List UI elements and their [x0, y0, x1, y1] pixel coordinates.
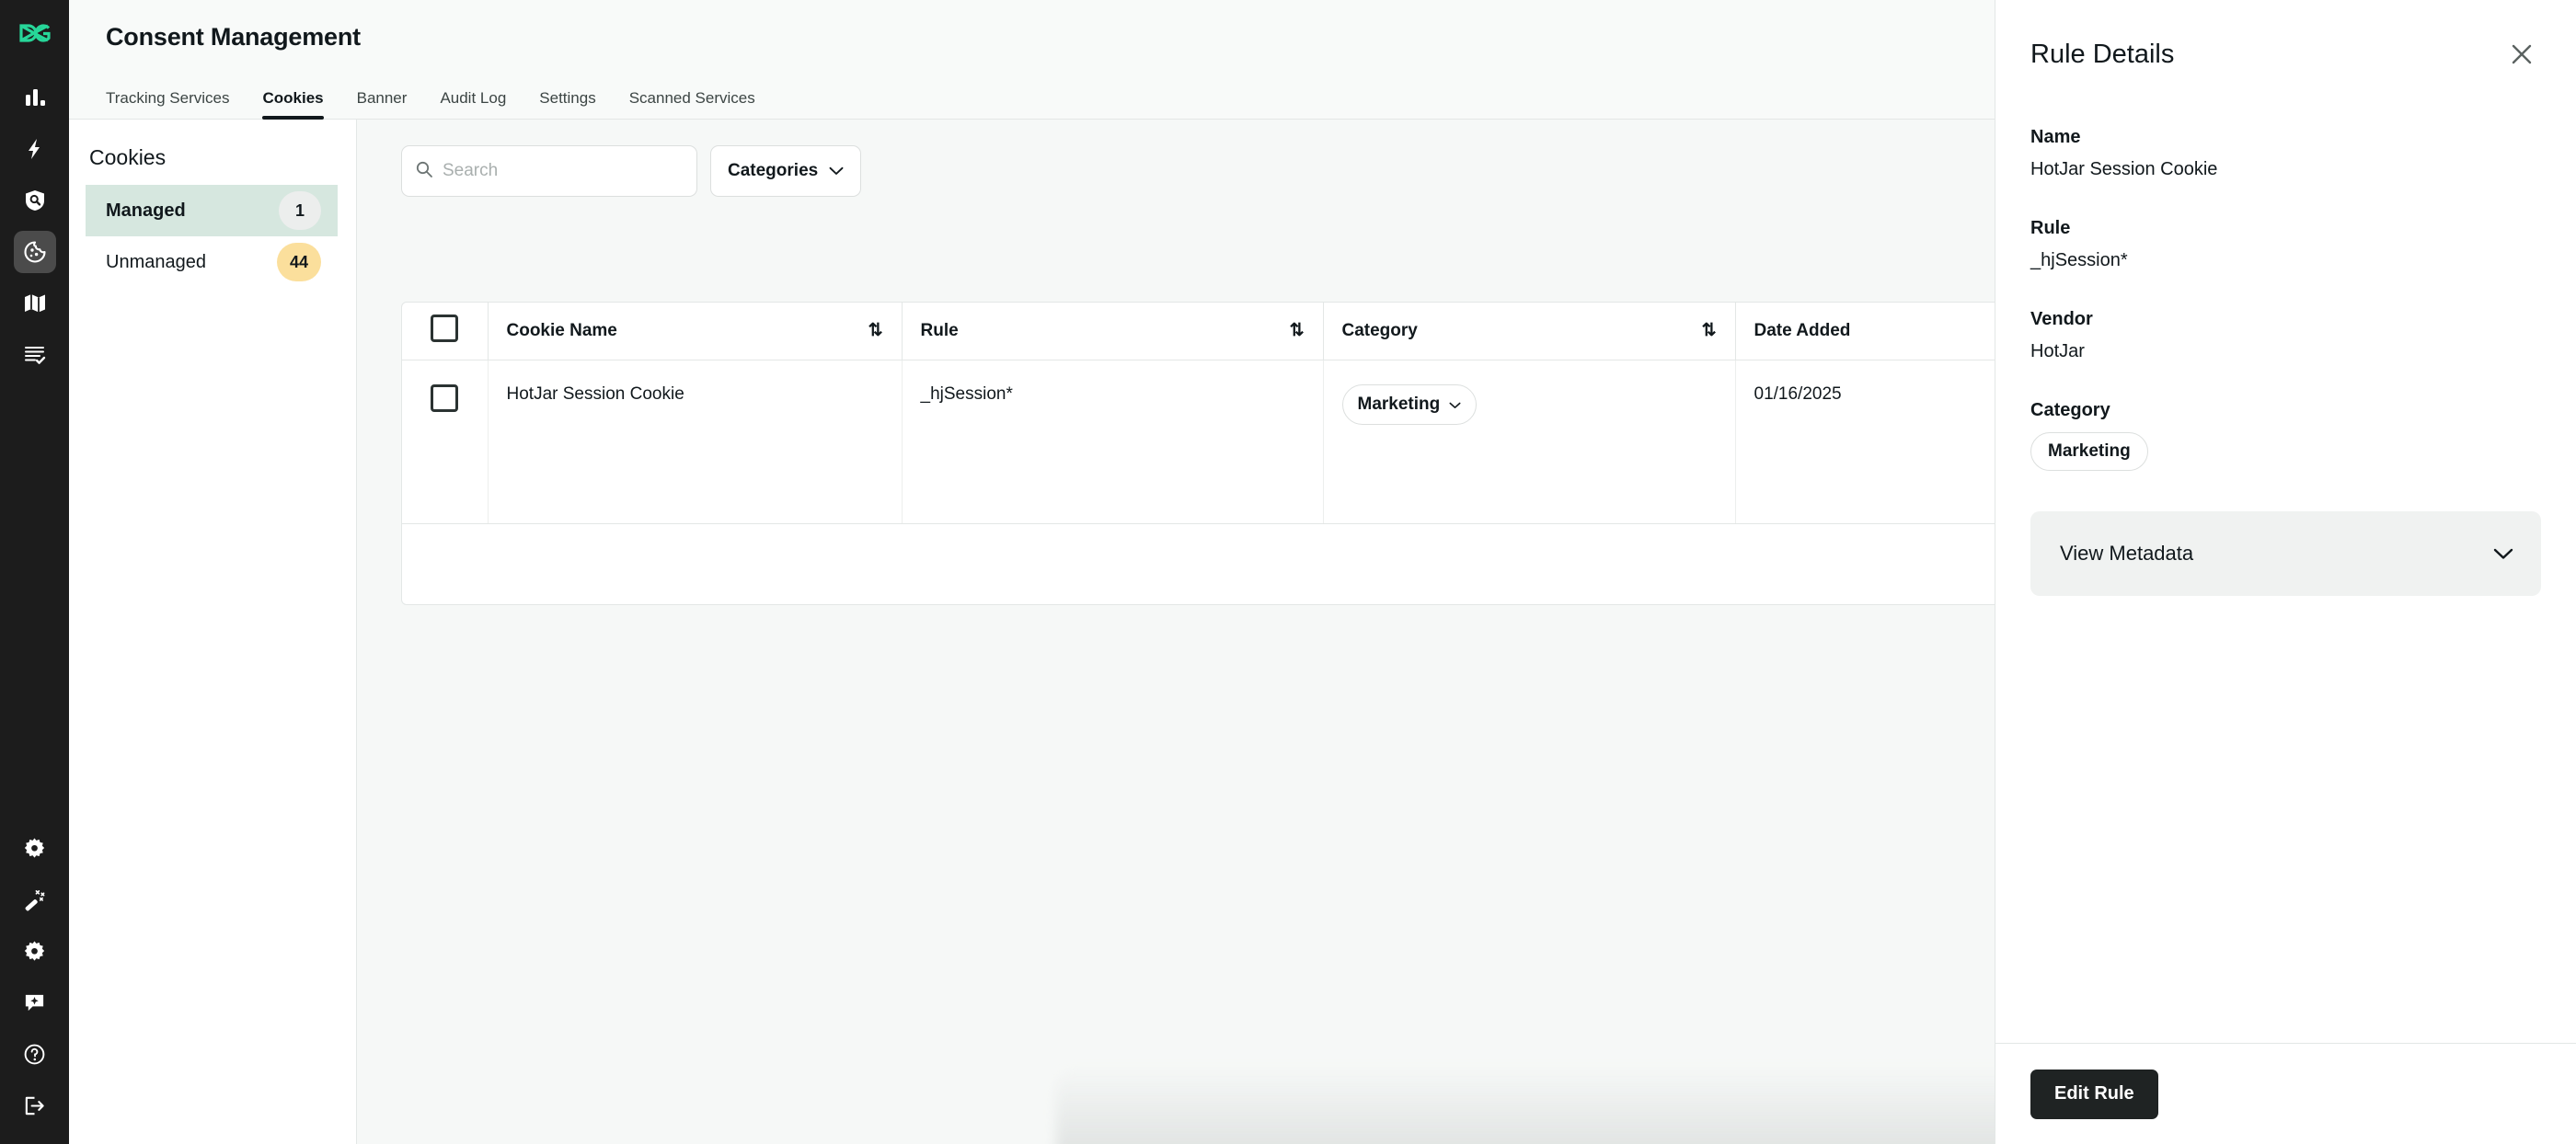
- cell-cookie-name: HotJar Session Cookie: [488, 360, 903, 523]
- shield-search-icon: [14, 179, 56, 222]
- column-label-cookie-name: Cookie Name: [506, 320, 617, 340]
- category-select-label: Marketing: [1357, 394, 1441, 414]
- tab-tracking-services[interactable]: Tracking Services: [106, 89, 229, 119]
- subnav-item-managed-count: 1: [279, 191, 321, 230]
- rail-item-analytics[interactable]: [0, 72, 69, 123]
- rule-details-footer: Edit Rule: [1995, 1043, 2576, 1144]
- lightning-bolt-icon: [14, 128, 56, 170]
- field-name-value: HotJar Session Cookie: [2030, 159, 2218, 179]
- tab-settings[interactable]: Settings: [539, 89, 595, 119]
- field-category: Category Marketing: [2030, 400, 2541, 471]
- gear-icon: [14, 930, 56, 972]
- sort-toggle-icon[interactable]: ⇅: [868, 322, 883, 339]
- search-box[interactable]: [401, 145, 697, 197]
- chat-sparkle-icon: [14, 981, 56, 1024]
- rail-item-assistant[interactable]: [0, 874, 69, 925]
- subnav-item-unmanaged-label: Unmanaged: [106, 251, 206, 272]
- left-icon-rail: [0, 0, 69, 1144]
- field-rule-value: _hjSession*: [2030, 250, 2128, 270]
- chevron-down-icon: [2493, 542, 2513, 566]
- close-icon[interactable]: [2506, 39, 2537, 70]
- tab-audit-log[interactable]: Audit Log: [440, 89, 506, 119]
- rule-details-header: Rule Details: [1995, 0, 2576, 109]
- rail-item-consent-management[interactable]: [0, 226, 69, 278]
- main-region: Consent Management Tracking Services Coo…: [69, 0, 2576, 1144]
- categories-filter-button[interactable]: Categories: [710, 145, 862, 197]
- app-logo[interactable]: [0, 24, 69, 42]
- subnav-item-managed[interactable]: Managed 1: [86, 185, 338, 236]
- rail-item-feedback[interactable]: [0, 977, 69, 1028]
- question-circle-icon: [14, 1033, 56, 1075]
- column-header-rule[interactable]: Rule ⇅: [902, 303, 1324, 360]
- category-chip: Marketing: [2030, 432, 2148, 471]
- column-label-date-added: Date Added: [1754, 320, 1851, 340]
- field-vendor-value: HotJar: [2030, 341, 2085, 361]
- rule-details-title: Rule Details: [2030, 39, 2175, 69]
- field-name: Name HotJar Session Cookie: [2030, 127, 2541, 180]
- tab-scanned-services[interactable]: Scanned Services: [629, 89, 755, 119]
- rule-details-body: Name HotJar Session Cookie Rule _hjSessi…: [1995, 109, 2576, 1043]
- cell-rule: _hjSession*: [902, 360, 1324, 523]
- row-select-cell: [402, 360, 489, 523]
- category-select[interactable]: Marketing: [1341, 383, 1478, 425]
- chevron-down-icon: [829, 161, 844, 181]
- gear-icon: [14, 827, 56, 869]
- list-check-icon: [14, 334, 56, 376]
- rail-item-settings[interactable]: [0, 925, 69, 977]
- cell-category: Marketing: [1323, 360, 1736, 523]
- view-metadata-accordion[interactable]: View Metadata: [2030, 511, 2541, 596]
- rail-item-journeys[interactable]: [0, 278, 69, 329]
- select-all-checkbox[interactable]: [431, 314, 459, 342]
- rail-item-tasks[interactable]: [0, 329, 69, 381]
- view-metadata-label: View Metadata: [2060, 542, 2194, 565]
- bar-chart-icon: [14, 76, 56, 119]
- field-category-label: Category: [2030, 400, 2110, 420]
- rail-item-help[interactable]: [0, 1028, 69, 1080]
- magic-wand-icon: [14, 878, 56, 921]
- select-all-header: [402, 303, 489, 360]
- column-header-category[interactable]: Category ⇅: [1323, 303, 1736, 360]
- rail-item-integrations[interactable]: [0, 822, 69, 874]
- logout-icon: [14, 1084, 56, 1127]
- rail-item-privacy-scan[interactable]: [0, 175, 69, 226]
- field-vendor-label: Vendor: [2030, 309, 2093, 329]
- search-input[interactable]: [443, 161, 684, 181]
- tab-cookies[interactable]: Cookies: [262, 89, 324, 120]
- subnav-item-managed-label: Managed: [106, 200, 186, 221]
- edit-rule-button[interactable]: Edit Rule: [2030, 1069, 2158, 1119]
- column-header-cookie-name[interactable]: Cookie Name ⇅: [488, 303, 903, 360]
- field-rule: Rule _hjSession*: [2030, 218, 2541, 271]
- field-vendor: Vendor HotJar: [2030, 309, 2541, 362]
- app-root: Consent Management Tracking Services Coo…: [0, 0, 2576, 1144]
- map-icon: [14, 282, 56, 325]
- column-label-rule: Rule: [920, 320, 959, 340]
- dg-bowtie-logo-icon: [18, 24, 51, 42]
- rail-item-activation[interactable]: [0, 123, 69, 175]
- field-rule-label: Rule: [2030, 218, 2071, 238]
- sort-toggle-icon[interactable]: ⇅: [1290, 322, 1305, 339]
- cookie-icon: [13, 231, 56, 273]
- page-title: Consent Management: [106, 22, 361, 51]
- rail-secondary-nav: [0, 822, 69, 1131]
- cookies-subnav: Cookies Managed 1 Unmanaged 44: [69, 120, 357, 1144]
- tab-banner[interactable]: Banner: [357, 89, 408, 119]
- rail-primary-nav: [0, 72, 69, 381]
- rule-details-panel: Rule Details Name HotJar Session Cookie …: [1995, 0, 2576, 1144]
- sort-toggle-icon[interactable]: ⇅: [1702, 322, 1717, 339]
- subnav-title: Cookies: [89, 145, 167, 169]
- chevron-down-icon: [1449, 395, 1461, 415]
- subnav-item-unmanaged-count: 44: [276, 243, 321, 281]
- subnav-item-unmanaged[interactable]: Unmanaged 44: [86, 236, 338, 288]
- categories-filter-label: Categories: [728, 161, 819, 180]
- column-label-category: Category: [1341, 320, 1418, 340]
- rail-item-logout[interactable]: [0, 1080, 69, 1131]
- row-checkbox[interactable]: [431, 383, 459, 412]
- field-name-label: Name: [2030, 127, 2081, 147]
- search-icon: [415, 160, 433, 183]
